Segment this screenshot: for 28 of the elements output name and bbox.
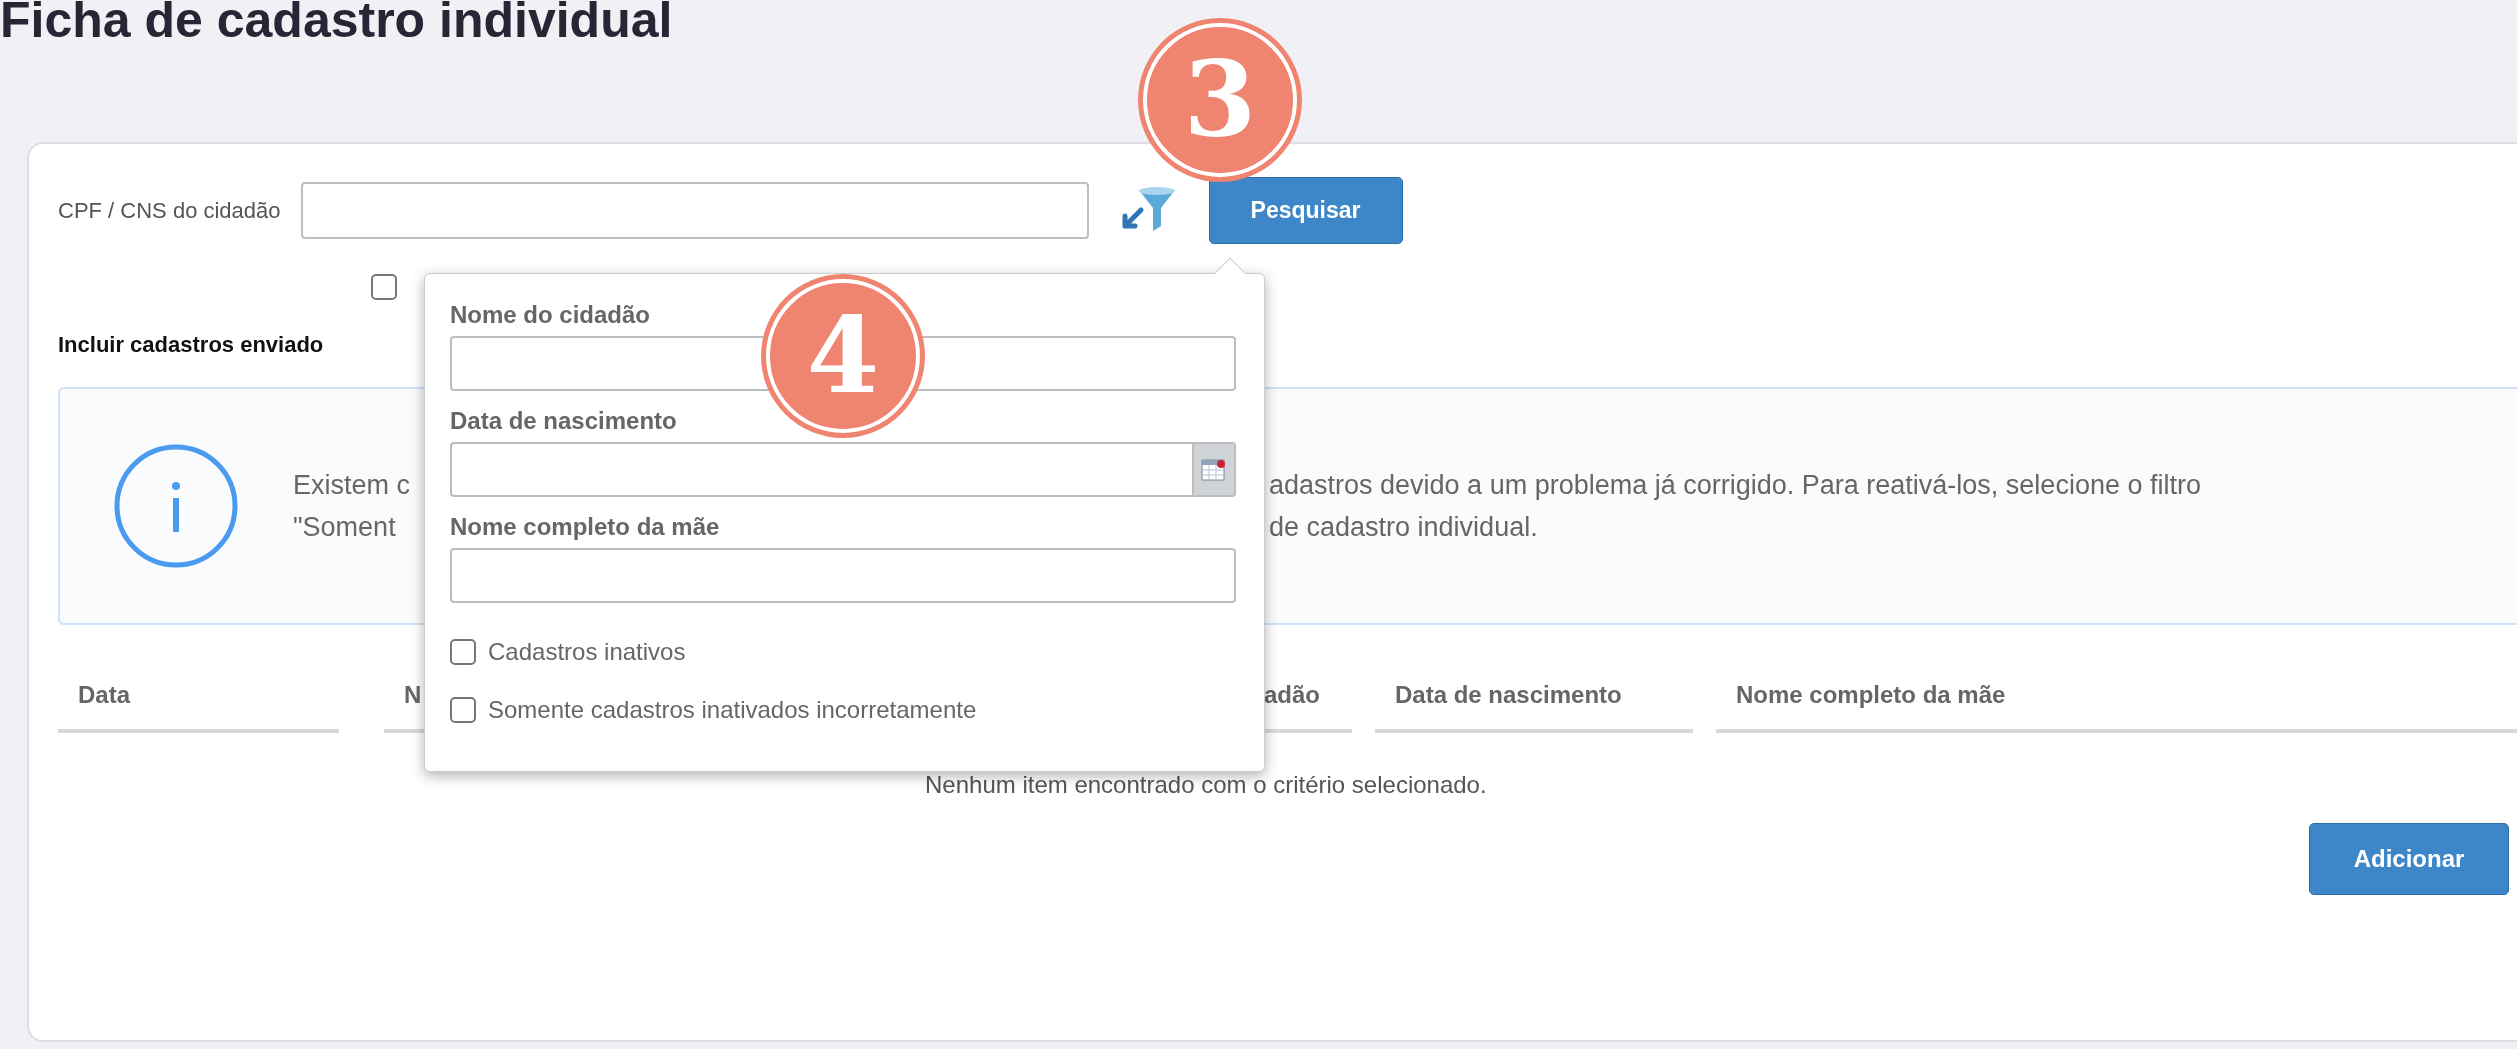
date-input-field[interactable] [450, 442, 1192, 497]
alert-text: "Soment [293, 512, 396, 542]
header-text: Data [78, 680, 131, 710]
calendar-icon[interactable] [1192, 442, 1236, 497]
checkbox-label: Cadastros inativos [488, 637, 686, 667]
alert-text: Existem c [293, 470, 411, 500]
checkbox[interactable] [371, 274, 397, 300]
search-button[interactable]: Pesquisar [1208, 177, 1403, 244]
field-label: Data de nascimento [450, 406, 677, 436]
input-field[interactable] [450, 548, 1236, 603]
checkbox[interactable] [450, 639, 476, 665]
empty-message: Nenhum item encontrado com o critério selecionado. [925, 770, 1487, 800]
field-label: Nome do cidadão [450, 300, 651, 330]
header-text: Nome completo da mãe [1736, 680, 2006, 710]
info-icon [114, 444, 238, 568]
checkbox-label: Somente cadastros inativados incorretamente [488, 695, 977, 725]
field-label: CPF / CNS do cidadão [58, 197, 281, 225]
header-text: Data de nascimento [1395, 680, 1622, 710]
section-label: Incluir cadastros enviado [58, 331, 324, 359]
page-title: Ficha de cadastro individual [0, 0, 673, 48]
cpf-input-field[interactable] [300, 182, 1089, 239]
add-button[interactable]: Adicionar [2309, 823, 2509, 895]
field-label: Nome completo da mãe [450, 512, 720, 542]
checkbox[interactable] [450, 697, 476, 723]
header-text: N [404, 680, 422, 710]
alert-text: adastros devido a um problema já corrigido. Para reativá-los, selecione o filtro [1269, 469, 2201, 502]
header-text: adão [1264, 680, 1320, 710]
alert-text: de cadastro individual. [1269, 511, 1538, 544]
